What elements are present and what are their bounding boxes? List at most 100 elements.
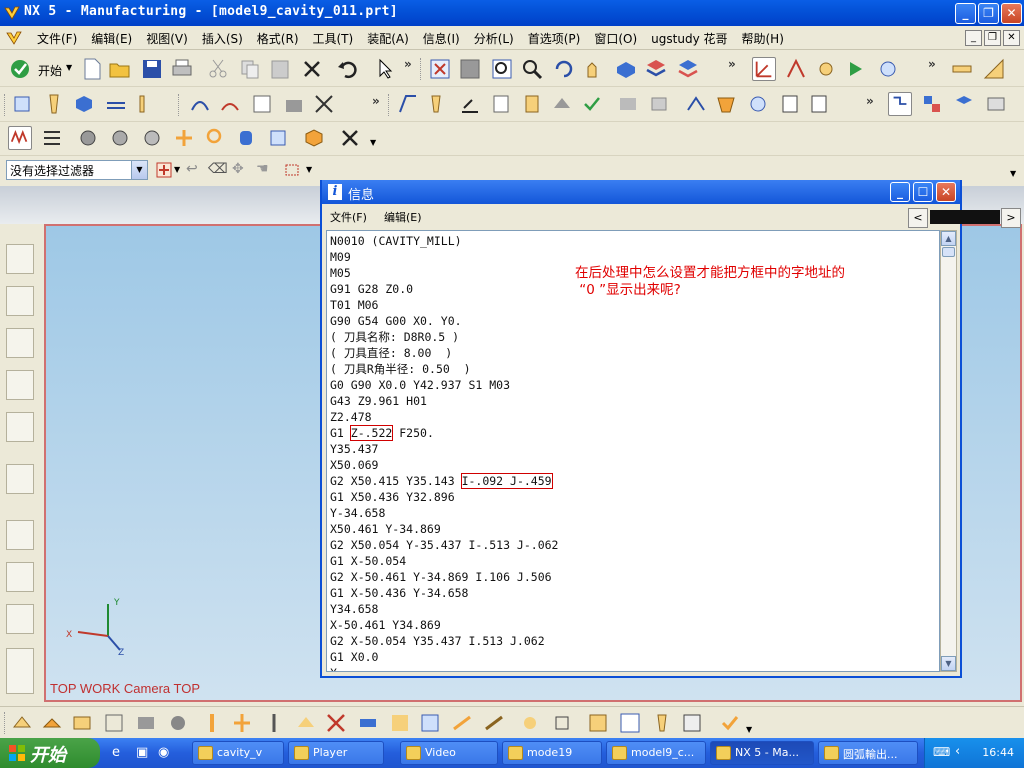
layer-settings-icon[interactable] [676, 57, 700, 81]
doc-minimize-button[interactable]: _ [965, 30, 982, 46]
create-method-icon[interactable] [104, 92, 128, 116]
navigator-icon[interactable] [888, 92, 912, 116]
ie-quicklaunch-icon[interactable]: e [112, 745, 120, 760]
wcs-icon[interactable] [752, 57, 776, 81]
toolbar-overflow-icon[interactable]: » [404, 57, 412, 71]
scope-dropdown-icon[interactable]: ▼ [174, 165, 180, 174]
part-navigator-icon[interactable] [6, 412, 34, 442]
add-point-icon[interactable] [172, 126, 196, 150]
groove-icon[interactable] [450, 711, 474, 735]
expand-tree-icon[interactable] [920, 92, 944, 116]
info-menu-file[interactable]: 文件(F) [330, 209, 367, 225]
menu-edit[interactable]: 编辑(E) [84, 30, 139, 47]
lasso-icon[interactable] [202, 126, 226, 150]
roles-icon[interactable] [6, 604, 34, 634]
layer-icon[interactable] [644, 57, 668, 81]
start-icon[interactable] [8, 57, 32, 81]
media-quicklaunch-icon[interactable]: ▣ [136, 745, 148, 760]
create-geometry-icon[interactable] [72, 92, 96, 116]
mill-user-icon[interactable] [650, 711, 674, 735]
peck-drill-icon[interactable] [262, 711, 286, 735]
snap-off-icon[interactable]: ✥ [232, 161, 244, 177]
menu-insert[interactable]: 插入(S) [195, 30, 250, 47]
zlevel-icon[interactable] [40, 711, 64, 735]
play-icon[interactable] [844, 57, 868, 81]
menu-view[interactable]: 视图(V) [139, 30, 195, 47]
copy-object-icon[interactable] [616, 92, 640, 116]
mill-control-icon[interactable] [618, 711, 642, 735]
toolbar-overflow-icon-5[interactable]: » [866, 94, 874, 108]
undo-selection-icon[interactable]: ↩ [186, 161, 198, 177]
create-operation-icon[interactable] [134, 92, 158, 116]
info-close-button[interactable]: ✕ [936, 182, 956, 202]
verify-check-icon[interactable] [718, 711, 742, 735]
scroll-up-icon[interactable]: ▲ [941, 231, 956, 246]
select-dropdown-icon[interactable]: ▼ [306, 165, 312, 174]
measure-angle-icon[interactable] [982, 57, 1006, 81]
spot-drill-icon[interactable] [230, 711, 254, 735]
box-icon[interactable] [302, 126, 326, 150]
bore-icon[interactable] [324, 711, 348, 735]
path-list-icon[interactable] [40, 126, 64, 150]
thread-mill-icon[interactable] [418, 711, 442, 735]
mill-info-icon[interactable] [680, 711, 704, 735]
machining-method-view-icon[interactable] [490, 92, 514, 116]
nx-menu-icon[interactable] [6, 30, 22, 46]
report-icon[interactable] [778, 92, 802, 116]
info-minimize-button[interactable]: _ [890, 182, 910, 202]
cylinder-icon[interactable] [234, 126, 258, 150]
zoom-window-icon[interactable] [458, 57, 482, 81]
machine-navigator-icon[interactable] [6, 370, 34, 400]
fixed-contour-icon[interactable] [134, 711, 158, 735]
keyboard-tray-icon[interactable]: ⌨ [933, 745, 950, 759]
measure-distance-icon[interactable] [950, 57, 974, 81]
point-constructor-icon[interactable] [814, 57, 838, 81]
delete-icon[interactable] [300, 57, 324, 81]
task-player[interactable]: Player [288, 741, 384, 765]
wave-toolpath-icon[interactable] [8, 126, 32, 150]
task-arc-output[interactable]: 圆弧輸出... [818, 741, 918, 765]
create-tool-icon[interactable] [42, 92, 66, 116]
tree-settings-icon[interactable] [984, 92, 1008, 116]
edit-object-icon[interactable] [520, 92, 544, 116]
menu-ugstudy[interactable]: ugstudy 花哥 [644, 30, 734, 47]
dropdown-icon[interactable]: ▼ [370, 138, 376, 147]
system-materials-icon[interactable] [6, 562, 34, 592]
cylinder-mill-icon[interactable] [586, 711, 610, 735]
list-toolpath-icon[interactable] [250, 92, 274, 116]
open-folder-icon[interactable] [108, 57, 132, 81]
rectangle-select-icon[interactable] [284, 162, 300, 178]
tool-path-display-icon[interactable] [684, 92, 708, 116]
drill-icon[interactable] [200, 711, 224, 735]
geometry-view-icon[interactable] [458, 92, 482, 116]
info-text-area[interactable]: N0010 (CAVITY_MILL) M09 M05 G91 G28 Z0.0… [326, 230, 940, 672]
selection-scope-icon[interactable] [156, 162, 172, 178]
cavity-mill-icon[interactable] [10, 711, 34, 735]
web-browser-icon[interactable] [6, 464, 34, 494]
rotate-icon[interactable] [552, 57, 576, 81]
task-video[interactable]: Video [400, 741, 498, 765]
create-program-icon[interactable] [10, 92, 34, 116]
doc-close-button[interactable]: ✕ [1003, 30, 1020, 46]
eraser-icon[interactable]: ⌫ [208, 161, 228, 177]
pointer-icon[interactable]: ☚ [256, 161, 269, 177]
menu-preferences[interactable]: 首选项(P) [521, 30, 588, 47]
boss-mill-icon[interactable] [550, 711, 574, 735]
select-tool-icon[interactable] [374, 57, 398, 81]
start-dropdown-icon[interactable]: ▼ [66, 63, 72, 72]
info-menu-edit[interactable]: 编辑(E) [384, 209, 422, 225]
menu-assemblies[interactable]: 装配(A) [360, 30, 416, 47]
task-nx5[interactable]: NX 5 - Ma... [710, 741, 814, 765]
shaded-view-icon[interactable] [614, 57, 638, 81]
output-cls-icon[interactable] [808, 92, 832, 116]
menu-help[interactable]: 帮助(H) [735, 30, 791, 47]
bottom-dropdown-icon[interactable]: ▼ [746, 725, 752, 734]
snap-settings-icon[interactable] [876, 57, 900, 81]
chevron-down-icon[interactable]: ▼ [131, 161, 147, 179]
start-menu-label[interactable]: 开始 [38, 62, 62, 79]
zoom-in-out-icon[interactable] [520, 57, 544, 81]
transform-object-icon[interactable] [648, 92, 672, 116]
task-mode19[interactable]: mode19 [502, 741, 602, 765]
paste-icon[interactable] [268, 57, 292, 81]
copy-icon[interactable] [238, 57, 262, 81]
